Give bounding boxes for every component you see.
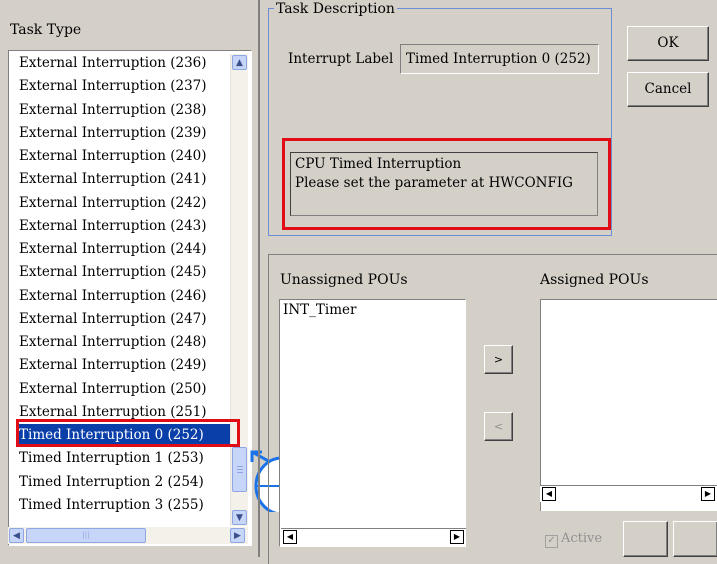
task-type-item[interactable]: External Interruption (248) [19,331,233,353]
task-type-item-selected[interactable]: Timed Interruption 0 (252) [19,424,233,446]
task-type-item[interactable]: External Interruption (244) [19,238,233,260]
task-type-item[interactable]: External Interruption (236) [19,52,233,74]
task-type-item[interactable]: External Interruption (247) [19,308,233,330]
chevron-left-icon[interactable]: ◀ [9,528,24,543]
task-type-listbox[interactable]: External Interruption (236) External Inte… [8,50,252,546]
task-type-item[interactable]: External Interruption (237) [19,75,233,97]
task-type-item[interactable]: External Interruption (245) [19,261,233,283]
task-type-item[interactable]: External Interruption (241) [19,168,233,190]
unassigned-pous-list[interactable]: INT_Timer [279,299,466,547]
arrow-right-icon[interactable]: ▶ [450,530,464,544]
task-list-vertical-scrollbar[interactable]: ▲ ▼ [230,54,248,526]
chevron-down-icon[interactable]: ▼ [232,510,247,525]
arrow-left-icon[interactable]: ◀ [283,530,297,544]
unassigned-horizontal-scrollbar[interactable]: ◀ ▶ [281,528,466,545]
task-type-item[interactable]: External Interruption (251) [19,401,233,423]
cancel-button[interactable]: Cancel [627,72,709,107]
task-type-item[interactable]: External Interruption (243) [19,215,233,237]
pane-divider[interactable] [258,0,260,557]
chevron-up-icon[interactable]: ▲ [232,55,247,70]
task-description-title: Task Description [274,1,397,17]
unassigned-pous-header: Unassigned POUs [280,272,408,288]
task-type-item[interactable]: External Interruption (239) [19,122,233,144]
interrupt-label-caption: Interrupt Label [288,51,394,67]
description-line-2: Please set the parameter at HWCONFIG [295,175,573,191]
assigned-horizontal-scrollbar[interactable]: ◀ ▶ [540,485,717,502]
unassign-pou-button[interactable]: < [484,412,513,441]
vertical-scroll-thumb[interactable] [232,447,247,492]
task-list-horizontal-scrollbar[interactable]: ◀ ||| ▶ [8,527,248,544]
arrow-right-icon[interactable]: ▶ [701,487,715,501]
task-type-item[interactable]: External Interruption (249) [19,354,233,376]
horizontal-scroll-thumb[interactable]: ||| [26,528,146,543]
active-checkbox[interactable]: ✓ Active [545,531,602,548]
task-type-list: External Interruption (236) External Inte… [9,51,233,529]
active-label: Active [561,531,603,546]
task-type-item[interactable]: External Interruption (246) [19,285,233,307]
task-type-item[interactable]: Timed Interruption 2 (254) [19,471,233,493]
checkmark-icon[interactable]: ✓ [545,535,558,548]
assigned-pous-list[interactable] [540,299,717,511]
task-type-item[interactable]: Timed Interruption 1 (253) [19,447,233,469]
task-type-item[interactable]: Timed Interruption 3 (255) [19,494,233,516]
task-type-header: Task Type [10,22,82,38]
task-type-item[interactable]: External Interruption (238) [19,99,233,121]
arrow-left-icon[interactable]: ◀ [542,487,556,501]
chevron-right-icon[interactable]: ▶ [230,528,245,543]
assign-pou-button[interactable]: > [484,345,513,374]
task-type-item[interactable]: External Interruption (242) [19,192,233,214]
ok-button[interactable]: OK [627,26,709,61]
interrupt-label-field: Timed Interruption 0 (252) [400,44,599,74]
blank-button-2[interactable] [673,521,717,557]
assigned-pous-header: Assigned POUs [540,272,649,288]
description-line-1: CPU Timed Interruption [295,156,462,172]
task-description-text: CPU Timed Interruption Please set the pa… [290,152,598,216]
task-type-item[interactable]: External Interruption (240) [19,145,233,167]
blank-button-1[interactable] [623,521,668,557]
unassigned-pou-item[interactable]: INT_Timer [283,302,356,318]
task-type-item[interactable]: External Interruption (250) [19,378,233,400]
